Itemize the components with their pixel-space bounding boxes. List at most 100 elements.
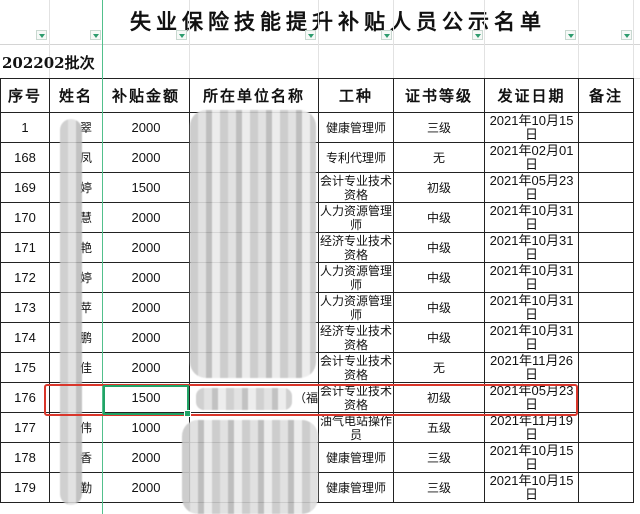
cell-level[interactable]: 中级 — [393, 292, 485, 323]
cell-note[interactable] — [578, 472, 634, 503]
freeze-pane-divider[interactable] — [102, 0, 103, 514]
cell-seq[interactable]: 170 — [0, 202, 50, 233]
filter-dropdown-icon[interactable] — [381, 30, 392, 40]
cell-seq[interactable]: 177 — [0, 412, 50, 443]
cell-note[interactable] — [578, 142, 634, 173]
cell-amount[interactable]: 2000 — [102, 112, 190, 143]
cell-job[interactable]: 健康管理师 — [318, 472, 394, 503]
cell-job[interactable]: 经济专业技术资格 — [318, 232, 394, 263]
spreadsheet[interactable]: 失业保险技能提升补贴人员公示名单 202202批次 序号 姓名 补贴金额 所在单… — [0, 0, 640, 514]
cell-level[interactable]: 中级 — [393, 322, 485, 353]
cell-note[interactable] — [578, 232, 634, 263]
cell-level[interactable]: 中级 — [393, 262, 485, 293]
cell-job[interactable]: 会计专业技术资格 — [318, 352, 394, 383]
table-row: 172 婷 2000 人力资源管理师 中级 2021年10月31日 — [0, 262, 634, 293]
header-name[interactable]: 姓名 — [49, 78, 103, 113]
cell-seq[interactable]: 179 — [0, 472, 50, 503]
cell-seq[interactable]: 178 — [0, 442, 50, 473]
cell-seq[interactable]: 173 — [0, 292, 50, 323]
cell-level[interactable]: 三级 — [393, 472, 485, 503]
active-cell-selection[interactable] — [103, 385, 191, 417]
cell-note[interactable] — [578, 412, 634, 443]
cell-amount[interactable]: 2000 — [102, 202, 190, 233]
cell-job[interactable]: 人力资源管理师 — [318, 262, 394, 293]
header-level[interactable]: 证书等级 — [393, 78, 485, 113]
cell-seq[interactable]: 172 — [0, 262, 50, 293]
cell-level[interactable]: 无 — [393, 352, 485, 383]
cell-date[interactable]: 2021年10月15日 — [484, 472, 579, 503]
cell-date[interactable]: 2021年10月31日 — [484, 232, 579, 263]
cell-amount[interactable]: 2000 — [102, 352, 190, 383]
table-row: 175 佳 2000 会计专业技术资格无 2021年11月26日 — [0, 352, 634, 383]
cell-amount[interactable]: 2000 — [102, 322, 190, 353]
cell-amount[interactable]: 1500 — [102, 172, 190, 203]
filter-dropdown-icon[interactable] — [90, 30, 101, 40]
cell-date[interactable]: 2021年10月31日 — [484, 292, 579, 323]
table-row: 169 婷 1500 会计专业技术资格 初级 2021年05月23日 — [0, 172, 634, 203]
cell-note[interactable] — [578, 352, 634, 383]
filter-dropdown-icon[interactable] — [565, 30, 576, 40]
header-amount[interactable]: 补贴金额 — [102, 78, 190, 113]
cell-level[interactable]: 三级 — [393, 112, 485, 143]
cell-seq[interactable]: 169 — [0, 172, 50, 203]
cell-amount[interactable]: 1000 — [102, 412, 190, 443]
cell-date[interactable]: 2021年10月31日 — [484, 322, 579, 353]
cell-date[interactable]: 2021年10月15日 — [484, 112, 579, 143]
cell-note[interactable] — [578, 112, 634, 143]
cell-job[interactable]: 专利代理师 — [318, 142, 394, 173]
cell-note[interactable] — [578, 262, 634, 293]
header-note[interactable]: 备注 — [578, 78, 634, 113]
filter-dropdown-icon[interactable] — [621, 30, 632, 40]
cell-level[interactable]: 无 — [393, 142, 485, 173]
cell-date[interactable]: 2021年02月01日 — [484, 142, 579, 173]
cell-level[interactable]: 中级 — [393, 202, 485, 233]
filter-dropdown-icon[interactable] — [472, 30, 483, 40]
cell-amount[interactable]: 2000 — [102, 472, 190, 503]
cell-level[interactable]: 初级 — [393, 172, 485, 203]
filter-dropdown-icon[interactable] — [176, 30, 187, 40]
cell-level[interactable]: 五级 — [393, 412, 485, 443]
sheet-title[interactable]: 失业保险技能提升补贴人员公示名单 — [103, 6, 573, 36]
cell-seq[interactable]: 171 — [0, 232, 50, 263]
cell-job[interactable]: 健康管理师 — [318, 112, 394, 143]
cell-note[interactable] — [578, 202, 634, 233]
cell-seq[interactable]: 168 — [0, 142, 50, 173]
header-seq[interactable]: 序号 — [0, 78, 50, 113]
cell-job[interactable]: 油气电站操作员 — [318, 412, 394, 443]
header-date[interactable]: 发证日期 — [484, 78, 579, 113]
cell-date[interactable]: 2021年05月23日 — [484, 172, 579, 203]
cell-amount[interactable]: 2000 — [102, 232, 190, 263]
header-unit[interactable]: 所在单位名称 — [189, 78, 319, 113]
cell-note[interactable] — [578, 382, 634, 413]
table-row: 168 凤 2000 专利代理师无 2021年02月01日 — [0, 142, 634, 173]
batch-label[interactable]: 202202批次 — [2, 52, 95, 73]
cell-job[interactable]: 人力资源管理师 — [318, 202, 394, 233]
cell-date[interactable]: 2021年11月19日 — [484, 412, 579, 443]
cell-note[interactable] — [578, 322, 634, 353]
cell-date[interactable]: 2021年10月15日 — [484, 442, 579, 473]
cell-note[interactable] — [578, 292, 634, 323]
cell-date[interactable]: 2021年10月31日 — [484, 202, 579, 233]
filter-dropdown-icon[interactable] — [36, 30, 47, 40]
cell-job[interactable]: 经济专业技术资格 — [318, 322, 394, 353]
cell-job[interactable]: 人力资源管理师 — [318, 292, 394, 323]
cell-level[interactable]: 中级 — [393, 232, 485, 263]
cell-amount[interactable]: 2000 — [102, 292, 190, 323]
cell-level[interactable]: 三级 — [393, 442, 485, 473]
table-row: 170 慧 2000 人力资源管理师 中级 2021年10月31日 — [0, 202, 634, 233]
filter-dropdown-icon[interactable] — [305, 30, 316, 40]
cell-seq[interactable]: 175 — [0, 352, 50, 383]
cell-amount[interactable]: 2000 — [102, 262, 190, 293]
cell-job[interactable]: 会计专业技术资格 — [318, 172, 394, 203]
header-job[interactable]: 工种 — [318, 78, 394, 113]
cell-amount[interactable]: 2000 — [102, 142, 190, 173]
cell-seq[interactable]: 1 — [0, 112, 50, 143]
cell-date[interactable]: 2021年11月26日 — [484, 352, 579, 383]
cell-seq[interactable]: 176 — [0, 382, 50, 413]
cell-note[interactable] — [578, 442, 634, 473]
cell-seq[interactable]: 174 — [0, 322, 50, 353]
cell-note[interactable] — [578, 172, 634, 203]
cell-amount[interactable]: 2000 — [102, 442, 190, 473]
cell-job[interactable]: 健康管理师 — [318, 442, 394, 473]
cell-date[interactable]: 2021年10月31日 — [484, 262, 579, 293]
